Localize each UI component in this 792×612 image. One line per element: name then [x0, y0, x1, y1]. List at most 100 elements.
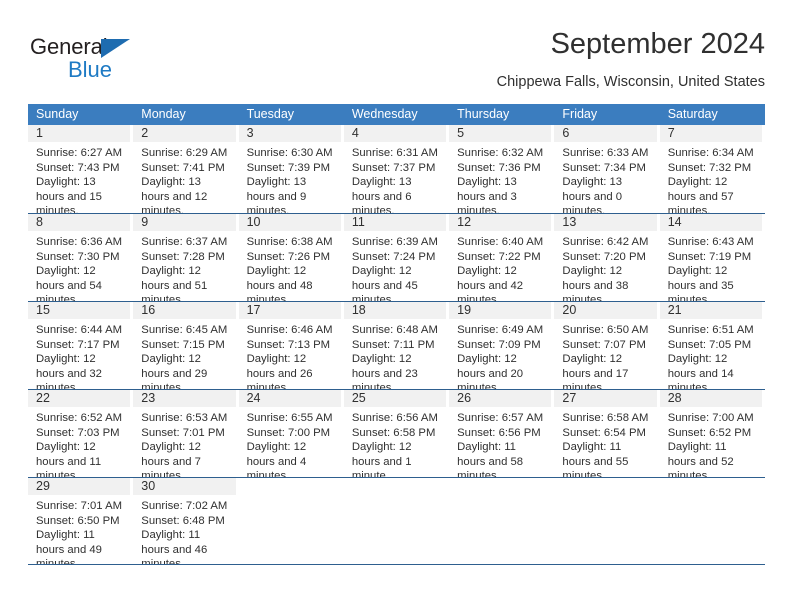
day-number: 17: [238, 302, 341, 319]
daylight-text: Daylight: 12 hours and 57 minutes.: [667, 176, 734, 213]
day-cell[interactable]: 4 Sunrise: 6:31 AM Sunset: 7:37 PM Dayli…: [343, 125, 449, 213]
sunset-text: Sunset: 7:15 PM: [141, 338, 225, 351]
sunrise-text: Sunrise: 6:43 AM: [667, 236, 754, 248]
weekday-sunday: Sunday: [36, 107, 79, 121]
general-blue-logo[interactable]: General Blue: [30, 34, 190, 86]
day-number: 11: [343, 214, 447, 231]
day-cell[interactable]: 28 Sunrise: 7:00 AM Sunset: 6:52 PM Dayl…: [659, 390, 765, 477]
daylight-text: Daylight: 13 hours and 6 minutes.: [351, 176, 412, 213]
sunset-text: Sunset: 6:54 PM: [562, 426, 646, 439]
day-cell[interactable]: 29 Sunrise: 7:01 AM Sunset: 6:50 PM Dayl…: [28, 478, 133, 564]
daylight-text: Daylight: 12 hours and 32 minutes.: [36, 353, 102, 389]
day-cell-empty: [660, 478, 765, 564]
day-cell[interactable]: 18 Sunrise: 6:48 AM Sunset: 7:11 PM Dayl…: [343, 302, 449, 389]
day-cell[interactable]: 17 Sunrise: 6:46 AM Sunset: 7:13 PM Dayl…: [238, 302, 344, 389]
sunset-text: Sunset: 7:34 PM: [562, 161, 646, 174]
sunrise-text: Sunrise: 6:55 AM: [246, 412, 333, 424]
day-details: Sunrise: 6:27 AM Sunset: 7:43 PM Dayligh…: [28, 142, 130, 213]
sunrise-text: Sunrise: 6:48 AM: [351, 324, 438, 336]
day-cell[interactable]: 9 Sunrise: 6:37 AM Sunset: 7:28 PM Dayli…: [133, 214, 238, 301]
day-details: Sunrise: 6:45 AM Sunset: 7:15 PM Dayligh…: [133, 319, 235, 389]
day-cell[interactable]: 23 Sunrise: 6:53 AM Sunset: 7:01 PM Dayl…: [133, 390, 238, 477]
daylight-text: Daylight: 12 hours and 11 minutes.: [36, 441, 102, 477]
sunset-text: Sunset: 7:05 PM: [667, 338, 752, 351]
sunrise-text: Sunrise: 7:00 AM: [667, 412, 754, 424]
day-cell[interactable]: 8 Sunrise: 6:36 AM Sunset: 7:30 PM Dayli…: [28, 214, 133, 301]
daylight-text: Daylight: 12 hours and 48 minutes.: [246, 265, 313, 301]
day-number: 12: [449, 214, 552, 231]
day-cell[interactable]: 5 Sunrise: 6:32 AM Sunset: 7:36 PM Dayli…: [449, 125, 554, 213]
day-details: Sunrise: 6:57 AM Sunset: 6:56 PM Dayligh…: [449, 407, 551, 477]
day-cell[interactable]: 14 Sunrise: 6:43 AM Sunset: 7:19 PM Dayl…: [659, 214, 765, 301]
weekday-saturday: Saturday: [667, 107, 718, 121]
weekday-monday: Monday: [141, 107, 186, 121]
daylight-text: Daylight: 13 hours and 15 minutes.: [36, 176, 102, 213]
day-details: Sunrise: 6:33 AM Sunset: 7:34 PM Dayligh…: [554, 142, 656, 213]
daylight-text: Daylight: 12 hours and 26 minutes.: [246, 353, 313, 389]
day-details: Sunrise: 6:42 AM Sunset: 7:20 PM Dayligh…: [554, 231, 656, 301]
sunset-text: Sunset: 7:22 PM: [457, 250, 541, 263]
week-row: 1 Sunrise: 6:27 AM Sunset: 7:43 PM Dayli…: [28, 125, 765, 213]
sunset-text: Sunset: 7:28 PM: [141, 250, 225, 263]
day-details: Sunrise: 6:56 AM Sunset: 6:58 PM Dayligh…: [344, 407, 446, 477]
sunset-text: Sunset: 7:20 PM: [562, 250, 646, 263]
sunrise-text: Sunrise: 6:45 AM: [141, 324, 228, 336]
day-cell[interactable]: 12 Sunrise: 6:40 AM Sunset: 7:22 PM Dayl…: [449, 214, 554, 301]
day-cell[interactable]: 26 Sunrise: 6:57 AM Sunset: 6:56 PM Dayl…: [449, 390, 554, 477]
sunset-text: Sunset: 6:52 PM: [667, 426, 752, 439]
daylight-text: Daylight: 12 hours and 23 minutes.: [351, 353, 418, 389]
day-cell[interactable]: 15 Sunrise: 6:44 AM Sunset: 7:17 PM Dayl…: [28, 302, 133, 389]
sunset-text: Sunset: 7:09 PM: [457, 338, 541, 351]
day-cell[interactable]: 10 Sunrise: 6:38 AM Sunset: 7:26 PM Dayl…: [238, 214, 344, 301]
sunrise-text: Sunrise: 6:36 AM: [36, 236, 123, 248]
day-details: Sunrise: 6:34 AM Sunset: 7:32 PM Dayligh…: [660, 142, 762, 213]
weekday-header-row: Sunday Monday Tuesday Wednesday Thursday…: [28, 104, 765, 125]
day-cell[interactable]: 27 Sunrise: 6:58 AM Sunset: 6:54 PM Dayl…: [554, 390, 659, 477]
day-cell[interactable]: 30 Sunrise: 7:02 AM Sunset: 6:48 PM Dayl…: [133, 478, 238, 564]
sunset-text: Sunset: 7:17 PM: [36, 338, 120, 351]
day-cell[interactable]: 7 Sunrise: 6:34 AM Sunset: 7:32 PM Dayli…: [659, 125, 765, 213]
day-number: 25: [343, 390, 447, 407]
daylight-text: Daylight: 12 hours and 20 minutes.: [457, 353, 524, 389]
sunset-text: Sunset: 7:00 PM: [246, 426, 331, 439]
day-cell[interactable]: 6 Sunrise: 6:33 AM Sunset: 7:34 PM Dayli…: [554, 125, 659, 213]
sunset-text: Sunset: 6:50 PM: [36, 514, 120, 527]
day-number: 26: [449, 390, 552, 407]
day-number: 29: [28, 478, 131, 495]
sunrise-text: Sunrise: 7:02 AM: [141, 500, 228, 512]
daylight-text: Daylight: 12 hours and 4 minutes.: [246, 441, 307, 477]
day-cell[interactable]: 21 Sunrise: 6:51 AM Sunset: 7:05 PM Dayl…: [659, 302, 765, 389]
day-details: Sunrise: 6:49 AM Sunset: 7:09 PM Dayligh…: [449, 319, 551, 389]
day-cell[interactable]: 13 Sunrise: 6:42 AM Sunset: 7:20 PM Dayl…: [554, 214, 659, 301]
daylight-text: Daylight: 12 hours and 7 minutes.: [141, 441, 201, 477]
sunset-text: Sunset: 7:41 PM: [141, 161, 225, 174]
daylight-text: Daylight: 11 hours and 58 minutes.: [457, 441, 524, 477]
day-details: Sunrise: 6:55 AM Sunset: 7:00 PM Dayligh…: [239, 407, 341, 477]
sunset-text: Sunset: 7:13 PM: [246, 338, 331, 351]
day-number: 1: [28, 125, 131, 142]
sunset-text: Sunset: 7:01 PM: [141, 426, 225, 439]
day-cell[interactable]: 22 Sunrise: 6:52 AM Sunset: 7:03 PM Dayl…: [28, 390, 133, 477]
day-cell-empty: [449, 478, 554, 564]
day-cell[interactable]: 19 Sunrise: 6:49 AM Sunset: 7:09 PM Dayl…: [449, 302, 554, 389]
day-cell[interactable]: 20 Sunrise: 6:50 AM Sunset: 7:07 PM Dayl…: [554, 302, 659, 389]
page-header: General Blue September 2024 Chippewa Fal…: [28, 26, 765, 98]
day-cell[interactable]: 25 Sunrise: 6:56 AM Sunset: 6:58 PM Dayl…: [343, 390, 449, 477]
day-cell[interactable]: 24 Sunrise: 6:55 AM Sunset: 7:00 PM Dayl…: [238, 390, 344, 477]
day-cell[interactable]: 3 Sunrise: 6:30 AM Sunset: 7:39 PM Dayli…: [238, 125, 344, 213]
day-number: 10: [238, 214, 341, 231]
day-details: Sunrise: 6:40 AM Sunset: 7:22 PM Dayligh…: [449, 231, 551, 301]
day-cell[interactable]: 16 Sunrise: 6:45 AM Sunset: 7:15 PM Dayl…: [133, 302, 238, 389]
day-details: Sunrise: 6:53 AM Sunset: 7:01 PM Dayligh…: [133, 407, 235, 477]
day-details: Sunrise: 7:02 AM Sunset: 6:48 PM Dayligh…: [133, 495, 235, 564]
weekday-friday: Friday: [562, 107, 598, 121]
day-details: Sunrise: 6:39 AM Sunset: 7:24 PM Dayligh…: [344, 231, 446, 301]
logo-blue-label: Blue: [68, 57, 113, 82]
sunrise-text: Sunrise: 6:51 AM: [667, 324, 754, 336]
daylight-text: Daylight: 11 hours and 46 minutes.: [141, 529, 208, 564]
day-number: [239, 478, 341, 495]
day-cell[interactable]: 11 Sunrise: 6:39 AM Sunset: 7:24 PM Dayl…: [343, 214, 449, 301]
sunset-text: Sunset: 7:19 PM: [667, 250, 752, 263]
day-cell[interactable]: 2 Sunrise: 6:29 AM Sunset: 7:41 PM Dayli…: [133, 125, 238, 213]
day-cell[interactable]: 1 Sunrise: 6:27 AM Sunset: 7:43 PM Dayli…: [28, 125, 133, 213]
